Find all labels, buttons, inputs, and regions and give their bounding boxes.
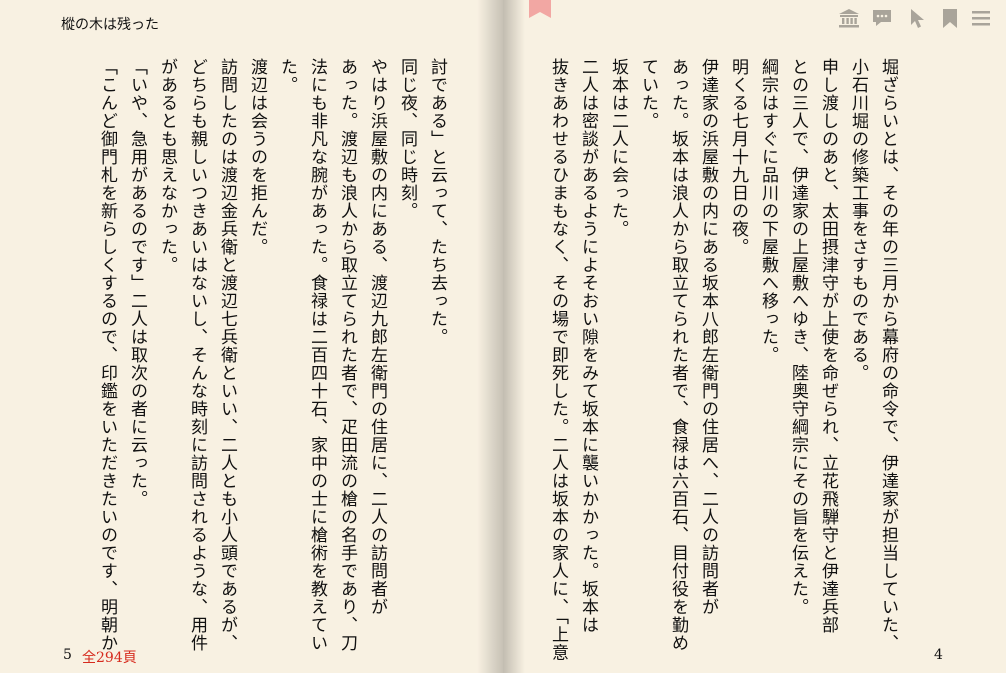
text-column: があるとも思えなかった。 [157,58,177,274]
text-column: 渡辺は会うのを拒んだ。 [247,58,267,256]
library-icon[interactable] [838,7,860,29]
text-column: あった。坂本は浪人から取立てられた者で、食禄は六百石、目付役を勤め [668,58,688,652]
right-page: 堀ざらいとは、その年の三月から幕府の命令で、伊達家が担当していた、 小石川堀の修… [503,0,1006,673]
text-column: た。 [277,58,297,94]
text-column: との三人で、伊達家の上屋敷へゆき、陸奥守綱宗にその旨を伝えた。 [788,58,808,616]
bookmark-ribbon[interactable] [529,0,551,18]
text-column: 討である」と云って、たち去った。 [427,58,447,346]
gutter-shadow [477,0,503,673]
page-number-left: 5 [63,647,72,663]
left-page: 樅の木は残った 討である」と云って、たち去った。 同じ夜、同じ時刻。 やはり浜屋… [0,0,503,673]
bookmark-icon[interactable] [939,7,961,29]
menu-icon[interactable] [970,7,992,29]
text-column: あった。渡辺も浪人から取立てられた者で、疋田流の槍の名手であり、刀 [337,58,357,652]
text-column: やはり浜屋敷の内にある、渡辺九郎左衛門の住居に、二人の訪問者が [367,58,387,616]
gutter-shadow [503,0,525,673]
pointer-icon[interactable] [906,7,928,29]
text-column: 明くる七月十九日の夜。 [728,58,748,256]
page-number-right: 4 [934,647,943,663]
text-column: どちらも親しいつきあいはないし、そんな時刻に訪問されるような、用件 [187,58,207,652]
comment-icon[interactable] [871,7,893,29]
text-column: 二人は密談があるようによそおい隙をみて坂本に襲いかかった。坂本は [578,58,598,634]
text-column: 同じ夜、同じ時刻。 [397,58,417,220]
total-pages[interactable]: 全294頁 [82,647,137,667]
text-column: 法にも非凡な腕があった。食禄は二百四十石、家中の士に槍術を教えてい [307,58,327,652]
text-column: 申し渡しのあと、太田摂津守が上使を命ぜられ、立花飛騨守と伊達兵部 [818,58,838,634]
book-title: 樅の木は残った [61,17,159,33]
text-column: 綱宗はすぐに品川の下屋敷へ移った。 [758,58,778,364]
text-column: 小石川堀の修築工事をさすものである。 [848,58,868,382]
text-column: ていた。 [638,58,658,130]
left-page-text: 討である」と云って、たち去った。 同じ夜、同じ時刻。 やはり浜屋敷の内にある、渡… [92,58,452,652]
text-column: 訪問したのは渡辺金兵衛と渡辺七兵衛といい、二人とも小人頭であるが、 [217,58,237,652]
text-column: 坂本は二人に会った。 [608,58,628,238]
right-page-text: 堀ざらいとは、その年の三月から幕府の命令で、伊達家が担当していた、 小石川堀の修… [543,58,903,662]
text-column: 伊達家の浜屋敷の内にある坂本八郎左衛門の住居へ、二人の訪問者が [698,58,718,616]
text-column: 「いや、急用があるのです」二人は取次の者に云った。 [127,58,147,508]
text-column: 堀ざらいとは、その年の三月から幕府の命令で、伊達家が担当していた、 [878,58,898,652]
text-column: 抜きあわせるひまもなく、その場で即死した。二人は坂本の家人に、「上意 [548,58,568,662]
text-column: 「こんど御門札を新らしくするので、印鑑をいただきたいのです、明朝か [97,58,117,652]
